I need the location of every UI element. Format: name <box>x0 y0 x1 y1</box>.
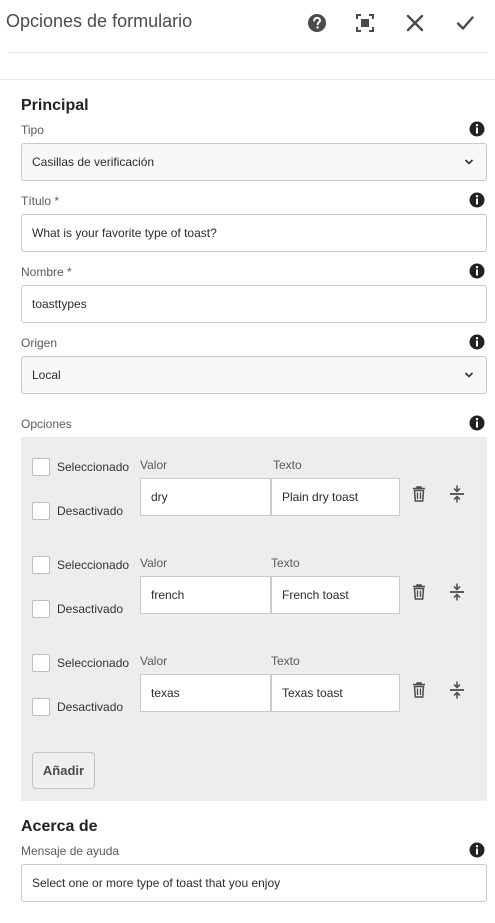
desactivado-checkbox[interactable] <box>32 698 50 716</box>
desactivado-checkbox[interactable] <box>32 600 50 618</box>
content-divider <box>0 79 495 80</box>
desactivado-checkbox[interactable] <box>32 502 50 520</box>
tipo-select[interactable]: Casillas de verificación <box>21 143 487 181</box>
texto-input[interactable]: Texas toast <box>271 674 400 712</box>
desactivado-label: Desactivado <box>57 602 124 616</box>
seleccionado-label: Seleccionado <box>57 558 130 572</box>
chevron-down-icon <box>464 372 474 378</box>
options-panel: Seleccionado Desactivado Valor Texto dry… <box>21 437 487 801</box>
drag-handle-icon <box>450 583 464 601</box>
option-row: Seleccionado Desactivado Valor Texto tex… <box>21 651 487 741</box>
info-icon[interactable] <box>469 121 485 137</box>
tipo-select-value: Casillas de verificación <box>32 155 155 169</box>
help-icon <box>308 14 326 32</box>
nombre-input[interactable]: toasttypes <box>21 285 487 323</box>
desactivado-label: Desactivado <box>57 700 124 714</box>
mensaje-label: Mensaje de ayuda <box>21 844 120 858</box>
texto-input[interactable]: Plain dry toast <box>271 478 400 516</box>
check-icon <box>456 16 474 30</box>
valor-input[interactable]: dry <box>140 478 271 516</box>
origen-label: Origen <box>21 336 58 350</box>
info-icon[interactable] <box>469 263 485 279</box>
fullscreen-icon <box>356 14 374 32</box>
done-button[interactable] <box>450 8 480 38</box>
info-icon[interactable] <box>469 192 485 208</box>
origen-select[interactable]: Local <box>21 356 487 394</box>
dialog-header: Opciones de formulario <box>0 0 495 46</box>
add-option-button[interactable]: Añadir <box>32 752 95 789</box>
trash-icon <box>413 486 425 502</box>
delete-button[interactable] <box>409 680 429 700</box>
drag-handle-icon <box>450 681 464 699</box>
texto-label: Texto <box>271 654 300 668</box>
desactivado-label: Desactivado <box>57 504 124 518</box>
nombre-label: Nombre * <box>21 265 72 279</box>
seleccionado-checkbox[interactable] <box>32 556 50 574</box>
fullscreen-button[interactable] <box>350 8 380 38</box>
help-button[interactable] <box>302 8 332 38</box>
section-title-acerca: Acerca de <box>21 818 98 835</box>
reorder-handle[interactable] <box>447 484 467 504</box>
valor-label: Valor <box>140 556 168 570</box>
valor-input[interactable]: french <box>140 576 271 614</box>
valor-label: Valor <box>140 654 168 668</box>
info-icon[interactable] <box>469 334 485 350</box>
seleccionado-checkbox[interactable] <box>32 654 50 672</box>
seleccionado-label: Seleccionado <box>57 656 130 670</box>
tipo-label: Tipo <box>21 123 44 137</box>
texto-label: Texto <box>271 556 300 570</box>
titulo-label: Título * <box>21 194 60 208</box>
reorder-handle[interactable] <box>447 680 467 700</box>
dialog-title: Opciones de formulario <box>6 11 193 31</box>
texto-label: Texto <box>273 458 302 472</box>
trash-icon <box>413 584 425 600</box>
reorder-handle[interactable] <box>447 582 467 602</box>
info-icon[interactable] <box>469 842 485 858</box>
section-title-principal: Principal <box>21 97 89 114</box>
seleccionado-checkbox[interactable] <box>32 458 50 476</box>
titulo-input[interactable]: What is your favorite type of toast? <box>21 214 487 252</box>
seleccionado-label: Seleccionado <box>57 460 130 474</box>
mensaje-input[interactable]: Select one or more type of toast that yo… <box>21 864 487 902</box>
delete-button[interactable] <box>409 582 429 602</box>
trash-icon <box>413 682 425 698</box>
delete-button[interactable] <box>409 484 429 504</box>
texto-input[interactable]: French toast <box>271 576 400 614</box>
origen-select-value: Local <box>32 368 61 382</box>
close-icon <box>406 14 424 32</box>
option-row: Seleccionado Desactivado Valor Texto dry… <box>21 455 487 545</box>
chevron-down-icon <box>464 159 474 165</box>
valor-label: Valor <box>140 458 168 472</box>
drag-handle-icon <box>450 485 464 503</box>
valor-input[interactable]: texas <box>140 674 271 712</box>
opciones-label: Opciones <box>21 417 72 431</box>
header-divider <box>8 52 487 53</box>
option-row: Seleccionado Desactivado Valor Texto fre… <box>21 553 487 643</box>
info-icon[interactable] <box>469 415 485 431</box>
close-button[interactable] <box>400 8 430 38</box>
